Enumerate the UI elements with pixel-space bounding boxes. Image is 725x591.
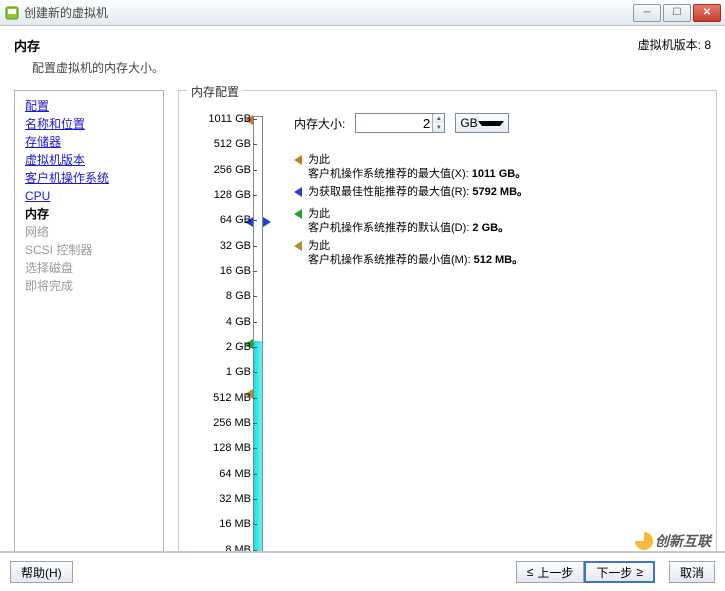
memory-scale: 1011 GB 512 GB 256 GB 128 GB 64 GB 32 GB 16 GB… [191,113,281,568]
cancel-button[interactable]: 取消 [669,561,715,583]
titlebar: 创建新的虚拟机 ─ ☐ ✕ [0,0,725,26]
rec-min-guest: 为此客户机操作系统推荐的最小值(M): 512 MB。 [294,239,704,267]
scale-tick: 2 GB [226,341,251,353]
memory-slider-track[interactable] [253,116,263,565]
sidebar-item-disabled: 选择磁盘 [25,259,153,277]
memory-size-row: 内存大小: ▲▼ GB [294,113,716,133]
sidebar-item-current: 内存 [25,205,153,223]
rec-best-perf: 为获取最佳性能推荐的最大值(R): 5792 MB。 [294,185,704,199]
page-title: 内存 [14,36,638,55]
window-title: 创建新的虚拟机 [24,4,633,21]
memory-unit-select[interactable]: GB [455,113,509,133]
sidebar-item[interactable]: 配置 [25,97,153,115]
memory-config-group: 内存配置 1011 GB512 GB256 GB128 GB64 GB32 GB… [178,90,717,579]
scale-tick: 32 GB [220,240,251,252]
rec-default: 为此客户机操作系统推荐的默认值(D): 2 GB。 [294,207,704,235]
scale-tick: 256 GB [214,164,251,176]
scale-tick: 16 GB [220,265,251,277]
wizard-steps-sidebar: 配置 名称和位置 存储器 虚拟机版本 客户机操作系统 CPU 内存 网络 SCS… [14,90,164,579]
sidebar-item-disabled: SCSI 控制器 [25,241,153,259]
scale-tick: 4 GB [226,316,251,328]
watermark-logo-icon [635,532,653,550]
scale-tick: 512 GB [214,138,251,150]
scale-tick: 128 MB [213,442,251,454]
sidebar-item[interactable]: 名称和位置 [25,115,153,133]
back-button[interactable]: ≤上一步 [516,561,585,583]
sidebar-item[interactable]: 客户机操作系统 [25,169,153,187]
marker-thumb[interactable] [263,217,271,227]
scale-tick: 16 MB [219,518,251,530]
scale-tick: 32 MB [219,493,251,505]
minimize-button[interactable]: ─ [633,4,661,22]
group-title: 内存配置 [187,83,243,100]
memory-size-label: 内存大小: [294,115,345,132]
scale-tick: 8 GB [226,290,251,302]
maximize-button[interactable]: ☐ [663,4,691,22]
memory-size-spinner[interactable]: ▲▼ [432,114,444,132]
scale-tick: 512 MB [213,392,251,404]
memory-slider-fill [254,341,262,565]
scale-tick: 256 MB [213,417,251,429]
triangle-icon [294,209,302,219]
wizard-header: 内存 配置虚拟机的内存大小。 虚拟机版本: 8 [0,26,725,90]
chevron-down-icon [478,121,504,126]
triangle-icon [294,155,302,165]
scale-tick: 64 GB [220,214,251,226]
scale-tick: 64 MB [219,468,251,480]
vm-version: 虚拟机版本: 8 [638,36,711,76]
sidebar-item-disabled: 即将完成 [25,277,153,295]
scale-tick: 1 GB [226,366,251,378]
triangle-icon [294,187,302,197]
sidebar-item[interactable]: 存储器 [25,133,153,151]
app-icon [4,5,20,21]
scale-tick: 128 GB [214,189,251,201]
help-button[interactable]: 帮助(H) [10,561,73,583]
scale-tick: 1011 GB [208,113,251,125]
page-subtitle: 配置虚拟机的内存大小。 [14,59,638,76]
next-button[interactable]: 下一步≥ [584,561,655,583]
watermark: 创新互联 [635,531,711,551]
sidebar-item-disabled: 网络 [25,223,153,241]
wizard-button-bar: 帮助(H) ≤上一步 下一步≥ 取消 [0,551,725,591]
close-button[interactable]: ✕ [693,4,721,22]
rec-max-guest: 为此客户机操作系统推荐的最大值(X): 1011 GB。 [294,153,704,181]
triangle-icon [294,241,302,251]
sidebar-item[interactable]: CPU [25,187,153,205]
sidebar-item[interactable]: 虚拟机版本 [25,151,153,169]
